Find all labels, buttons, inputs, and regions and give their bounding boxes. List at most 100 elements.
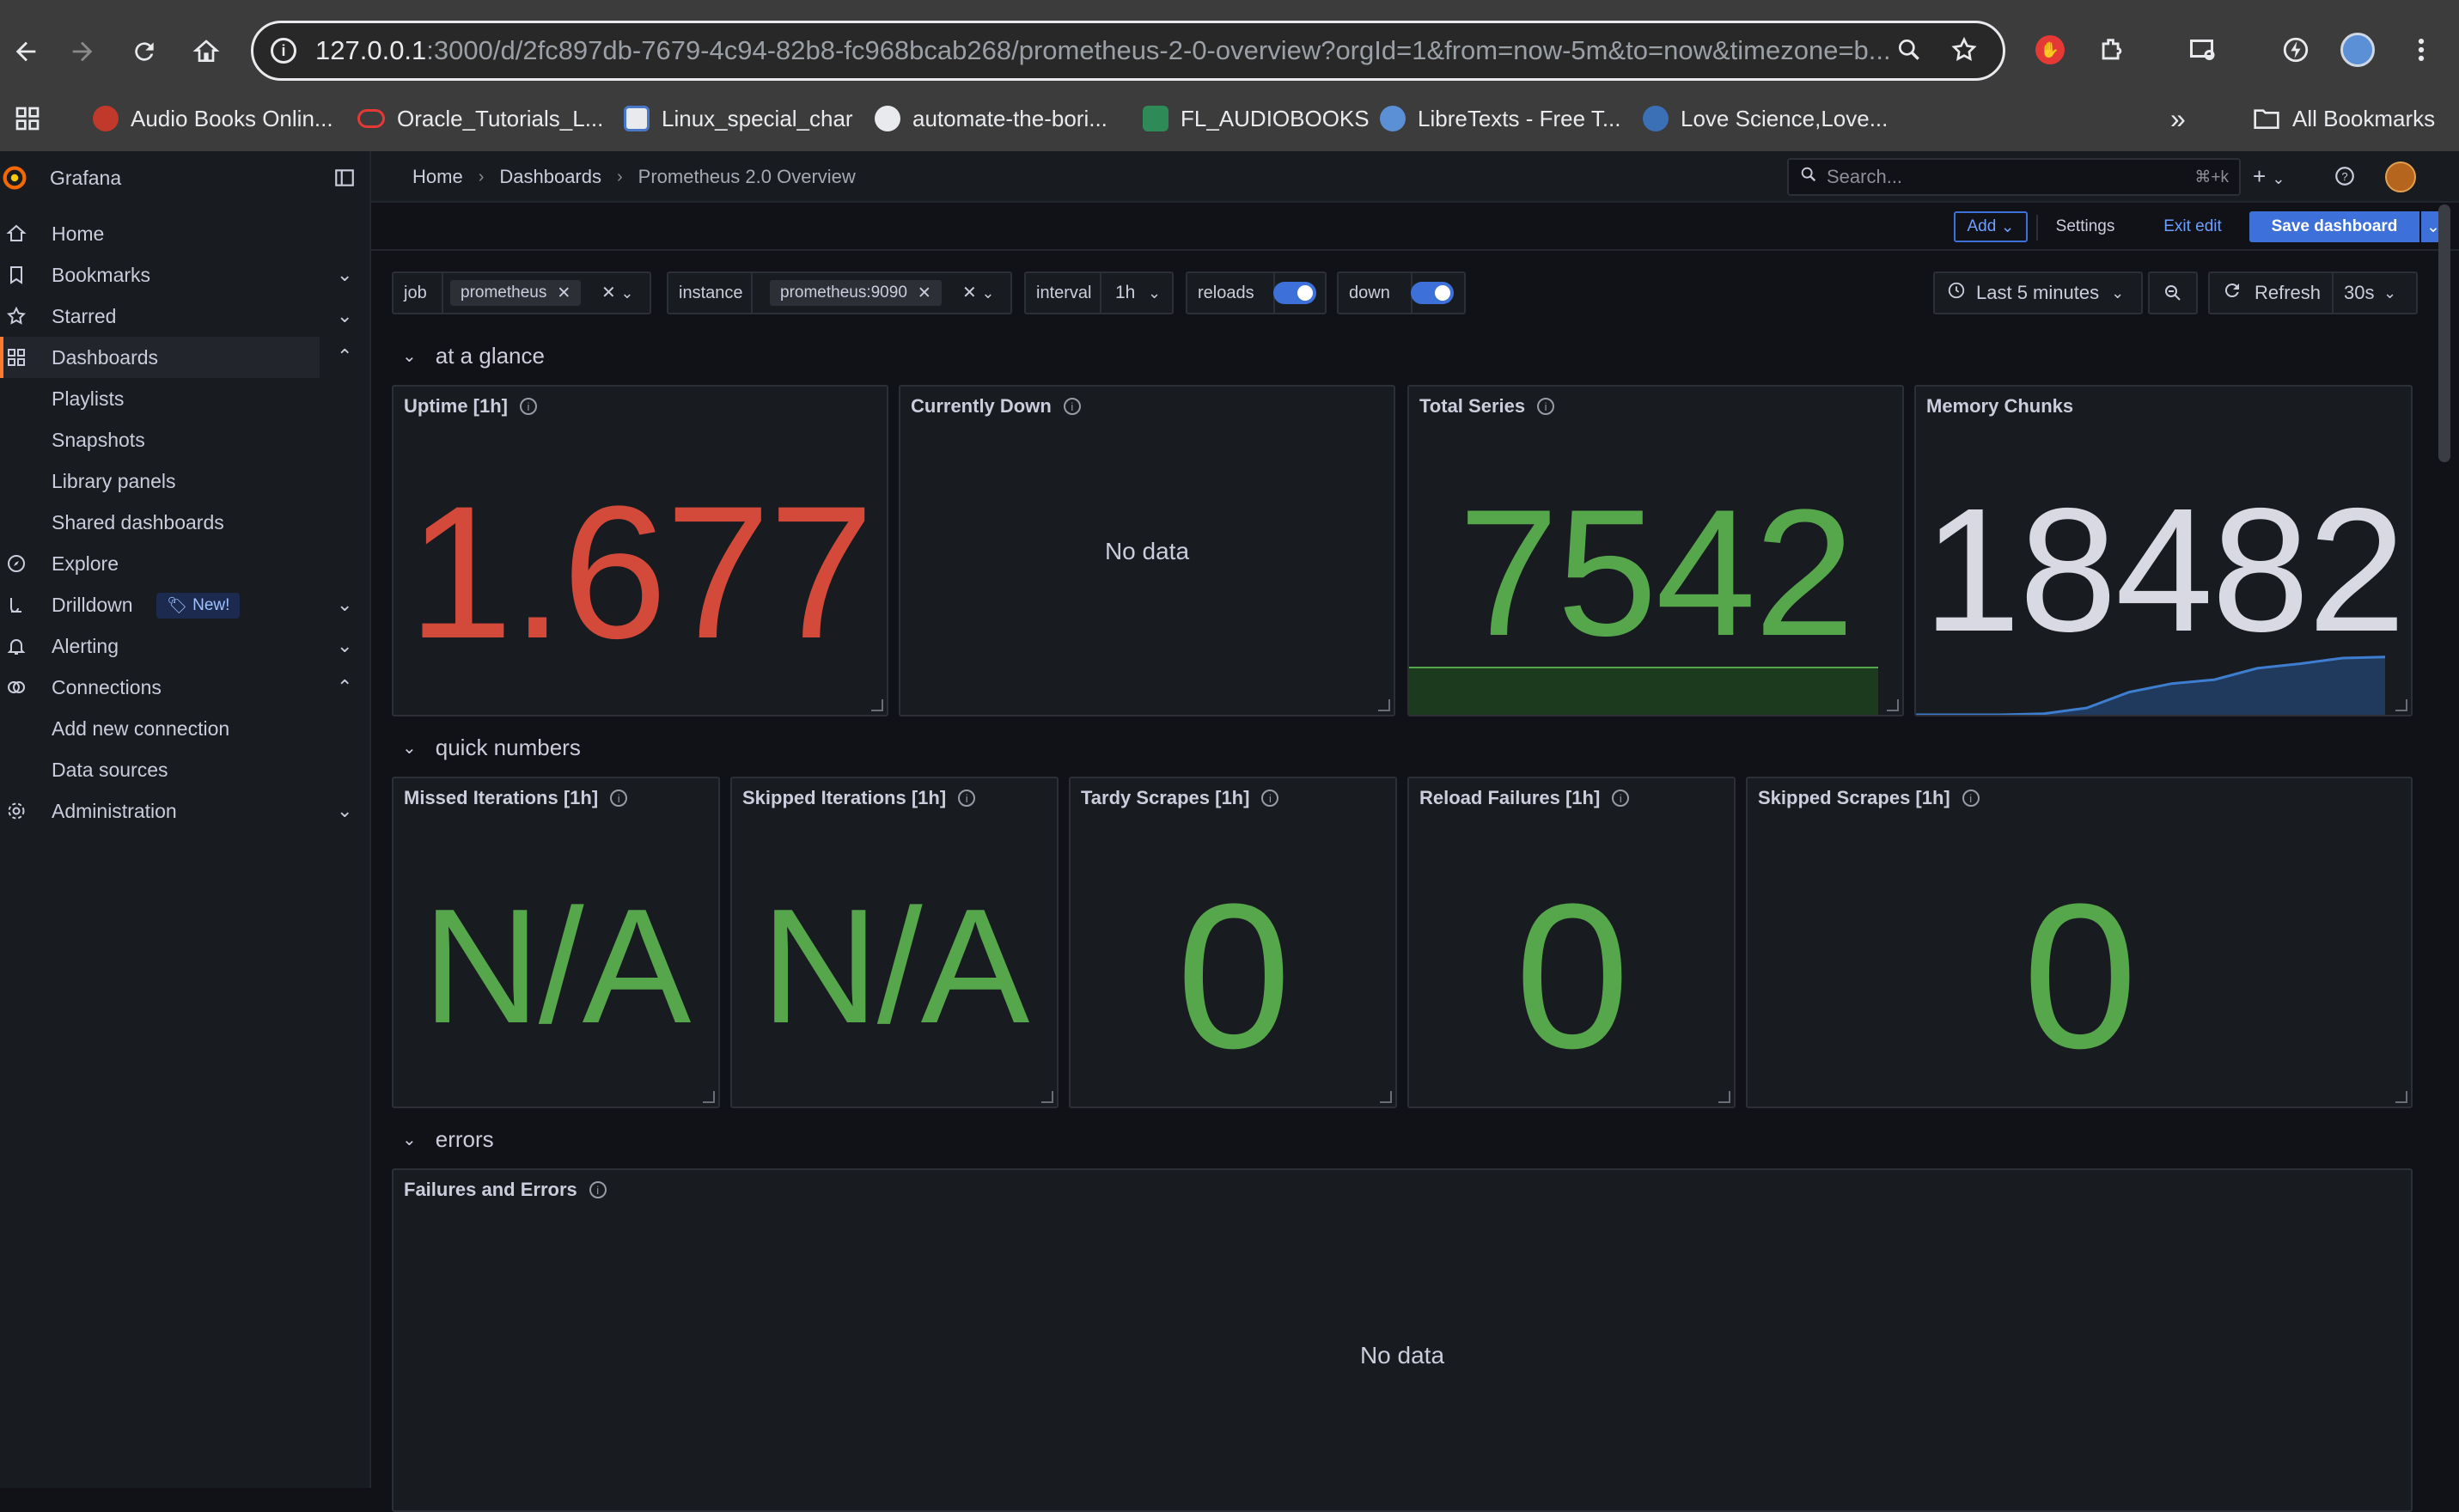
site-info-icon[interactable]: i [271,38,296,64]
chevron-up-icon[interactable]: ⌃ [337,345,352,368]
row-errors[interactable]: ⌄ errors [402,1122,494,1156]
down-toggle[interactable] [1411,282,1454,304]
scrollbar-thumb[interactable] [2438,204,2450,462]
bookmark-item[interactable]: automate-the-bori... [875,96,1107,141]
reload-icon[interactable] [119,26,170,77]
chevron-down-icon[interactable]: ⌄ [620,284,633,302]
extensions-puzzle-icon[interactable] [2088,26,2136,74]
resize-handle[interactable] [1378,699,1390,711]
zoom-icon[interactable] [1885,26,1933,74]
chevron-down-icon[interactable]: ⌄ [337,305,352,327]
sidebar-item-data-sources[interactable]: Data sources [0,749,371,790]
search-input[interactable]: Search... ⌘+k [1787,158,2241,196]
refresh-button[interactable]: Refresh 30s ⌄ [2208,271,2418,314]
instance-value-chip[interactable]: prometheus:9090 ✕ [770,280,942,306]
job-value-chip[interactable]: prometheus ✕ [450,280,582,306]
plus-menu-icon[interactable]: + ⌄ [2253,163,2285,190]
panel-currently-down[interactable]: Currently Down i No data [899,385,1395,716]
bookmark-item[interactable]: LibreTexts - Free T... [1380,96,1621,141]
panel-reload-failures[interactable]: Reload Failures [1h] i 0 [1407,777,1736,1108]
panel-uptime[interactable]: Uptime [1h] i 1.677 [392,385,888,716]
sidebar-item-bookmarks[interactable]: Bookmarks ⌄ [0,254,371,296]
resize-handle[interactable] [1887,699,1899,711]
sidebar-item-home[interactable]: Home [0,213,371,254]
panel-total-series[interactable]: Total Series i 7542 [1407,385,1904,716]
zoom-out-button[interactable] [2148,271,2198,314]
help-icon[interactable]: ? [2334,165,2356,192]
sidebar-item-playlists[interactable]: Playlists [0,378,371,419]
panel-failures-and-errors[interactable]: Failures and Errors i No data [392,1168,2413,1512]
bookmark-item[interactable]: FL_AUDIOBOOKS [1143,96,1370,141]
bookmark-item[interactable]: Audio Books Onlin... [93,96,333,141]
sidebar-item-add-new-connection[interactable]: Add new connection [0,708,371,749]
grafana-logo-icon[interactable] [0,163,29,192]
user-avatar[interactable] [2385,162,2416,192]
close-icon[interactable]: ✕ [557,284,571,303]
row-at-a-glance[interactable]: ⌄ at a glance [402,338,545,373]
chevron-down-icon[interactable]: ⌄ [981,284,994,302]
chevron-down-icon[interactable]: ⌄ [337,264,352,286]
reloads-toggle[interactable] [1273,282,1316,304]
info-icon[interactable]: i [520,398,537,415]
sidebar-item-dashboards[interactable]: Dashboards [0,337,320,378]
bookmark-item[interactable]: Oracle_Tutorials_L... [357,96,603,141]
info-icon[interactable]: i [1962,790,1980,807]
chevron-up-icon[interactable]: ⌃ [337,676,352,698]
dock-menu-icon[interactable] [333,167,356,193]
breadcrumb-home[interactable]: Home [412,166,463,188]
info-icon[interactable]: i [589,1181,607,1198]
resize-handle[interactable] [1041,1091,1053,1103]
bookmark-item[interactable]: Love Science,Love... [1643,96,1888,141]
resize-handle[interactable] [2395,1091,2407,1103]
chevron-down-icon[interactable]: ⌄ [337,635,352,657]
resize-handle[interactable] [703,1091,715,1103]
sidebar-item-snapshots[interactable]: Snapshots [0,419,371,460]
save-dashboard-button[interactable]: Save dashboard [2249,211,2419,242]
sidebar-item-administration[interactable]: Administration ⌄ [0,790,371,832]
info-icon[interactable]: i [1063,398,1081,415]
breadcrumb-dashboards[interactable]: Dashboards [499,166,601,188]
sidebar-item-library-panels[interactable]: Library panels [0,460,371,502]
clear-icon[interactable]: ✕ ⌄ [601,282,633,303]
info-icon[interactable]: i [1261,790,1279,807]
profile-avatar-icon[interactable] [2334,26,2382,74]
sidebar-item-explore[interactable]: Explore [0,543,371,584]
all-bookmarks-button[interactable]: All Bookmarks [2253,96,2435,141]
row-quick-numbers[interactable]: ⌄ quick numbers [402,730,581,765]
info-icon[interactable]: i [958,790,976,807]
variable-interval[interactable]: interval 1h ⌄ [1024,271,1174,314]
info-icon[interactable]: i [1537,398,1555,415]
resize-handle[interactable] [1380,1091,1392,1103]
url-bar[interactable]: i 127.0.0.1:3000/d/2fc897db-7679-4c94-82… [251,21,2005,81]
sidebar-item-starred[interactable]: Starred ⌄ [0,296,371,337]
refresh-interval[interactable]: 30s [2344,282,2374,304]
sidebar-item-connections[interactable]: Connections ⌃ [0,667,371,708]
chevron-down-icon[interactable]: ⌄ [337,594,352,616]
bookmark-star-icon[interactable] [1940,26,1988,74]
back-icon[interactable] [0,26,52,77]
info-icon[interactable]: i [1612,790,1630,807]
info-icon[interactable]: i [610,790,628,807]
chevron-down-icon[interactable]: ⌄ [1148,284,1161,302]
bookmark-item[interactable]: Linux_special_char [624,96,853,141]
resize-handle[interactable] [871,699,883,711]
more-bookmarks-button[interactable]: » [2170,96,2186,141]
forward-icon[interactable] [57,26,108,77]
clear-icon[interactable]: ✕ ⌄ [962,282,994,303]
performance-icon[interactable] [2272,26,2320,74]
sidebar-item-alerting[interactable]: Alerting ⌄ [0,625,371,667]
resize-handle[interactable] [2395,699,2407,711]
close-icon[interactable]: ✕ [918,284,931,303]
settings-button[interactable]: Settings [2047,211,2124,242]
browser-menu-icon[interactable] [2397,26,2445,74]
time-range-picker[interactable]: Last 5 minutes ⌄ [1933,271,2143,314]
chevron-down-icon[interactable]: ⌄ [2383,284,2396,302]
panel-missed-iterations[interactable]: Missed Iterations [1h] i N/A [392,777,720,1108]
home-icon[interactable] [180,26,232,77]
extension-stop-icon[interactable]: ✋ [2026,26,2074,74]
resize-handle[interactable] [1718,1091,1730,1103]
sidebar-item-shared-dashboards[interactable]: Shared dashboards [0,502,371,543]
add-button[interactable]: Add ⌄ [1954,211,2028,242]
sidebar-item-drilldown[interactable]: Drilldown 🏷 New! ⌄ [0,584,371,625]
exit-edit-button[interactable]: Exit edit [2150,211,2236,242]
